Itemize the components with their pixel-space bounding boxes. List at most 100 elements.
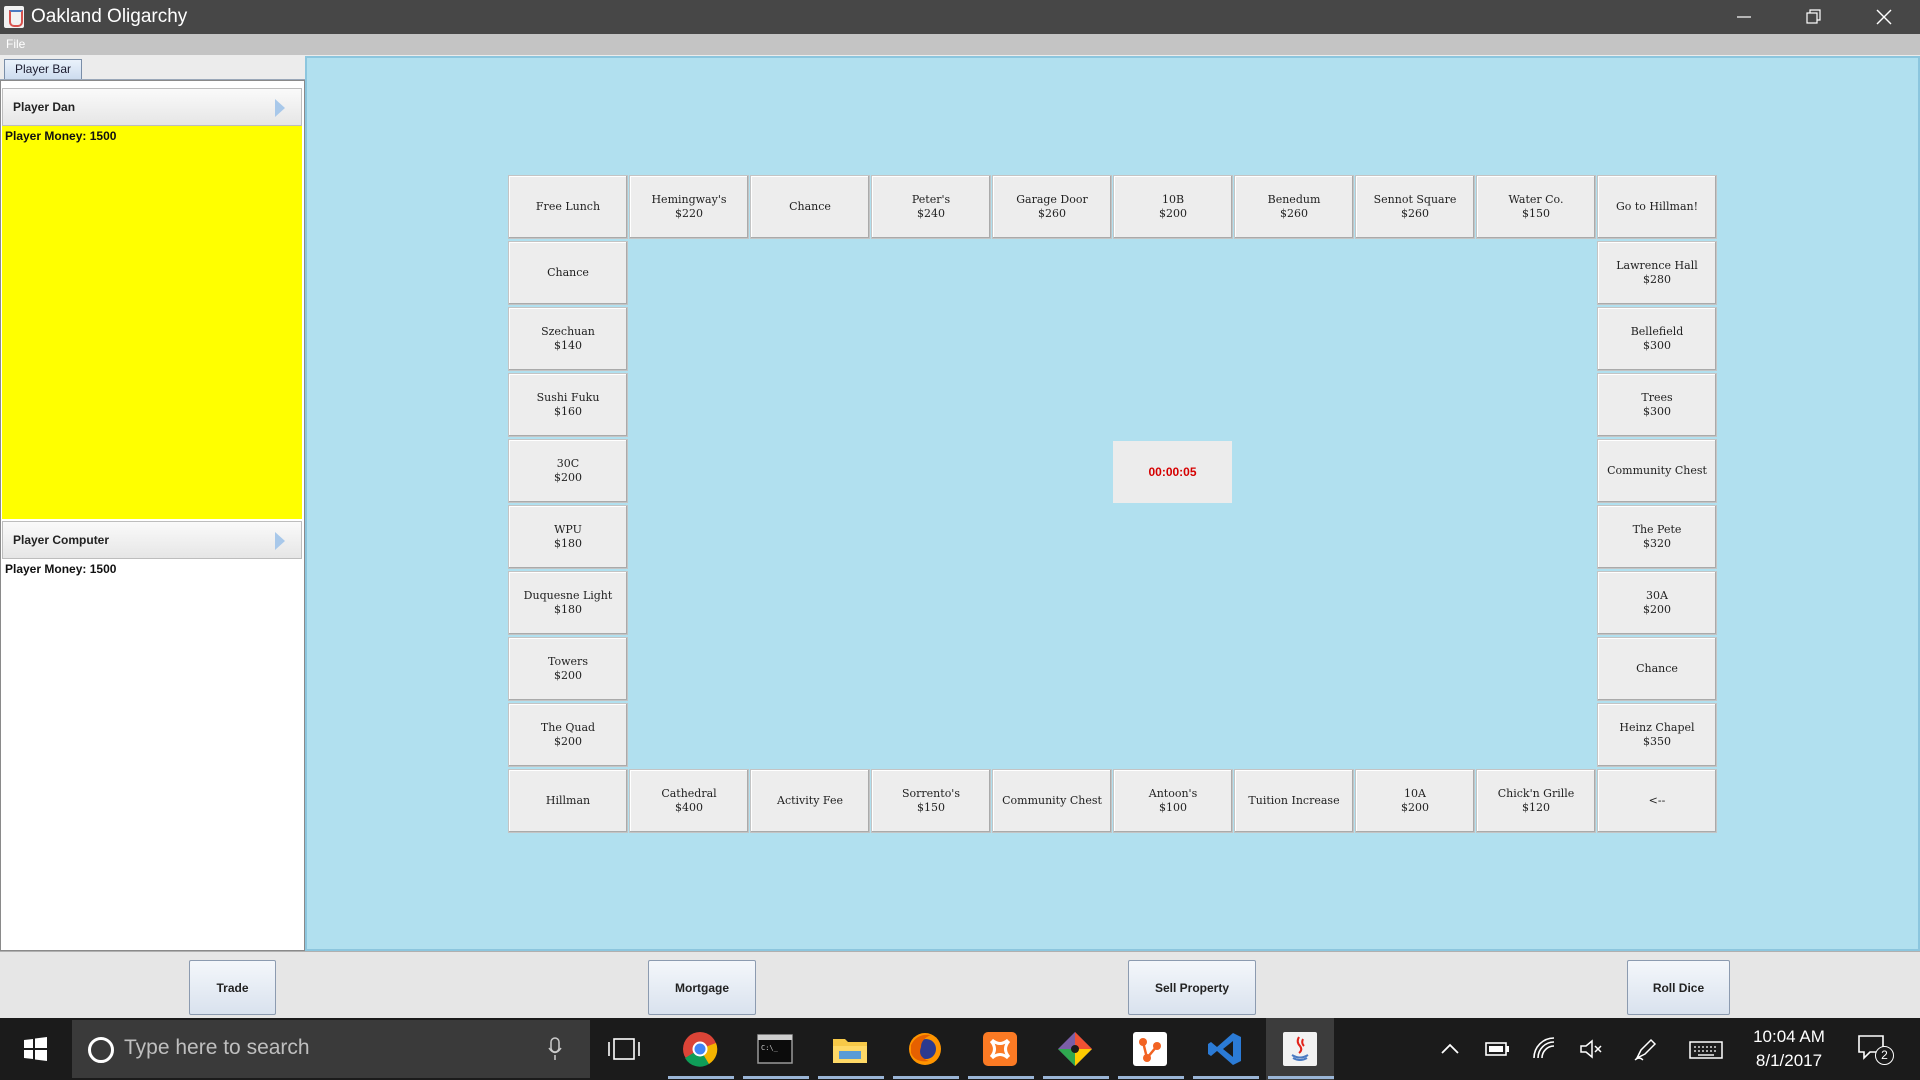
board-space-30a[interactable]: 30A $200 <box>1597 571 1717 635</box>
system-clock[interactable]: 10:04 AM 8/1/2017 <box>1734 1026 1844 1074</box>
windows-logo-icon <box>24 1037 47 1061</box>
search-placeholder: Type here to search <box>124 1036 310 1059</box>
player-money: Player Money: 1500 <box>5 562 116 576</box>
board-space-szechuan[interactable]: Szechuan $140 <box>508 307 628 371</box>
money-value: 1500 <box>89 562 117 576</box>
space-price: $200 <box>554 735 582 748</box>
space-price: $350 <box>1643 735 1671 748</box>
board-space-lawrence-hall[interactable]: Lawrence Hall $280 <box>1597 241 1717 305</box>
player-header-computer[interactable]: Player Computer <box>2 521 302 559</box>
menu-bar: File <box>0 34 1920 55</box>
git-icon[interactable] <box>1054 1028 1096 1070</box>
board-space-chance[interactable]: Chance <box>508 241 628 305</box>
java-running-indicator <box>1268 1076 1334 1079</box>
expand-arrow-icon[interactable] <box>275 532 285 550</box>
space-name: Water Co. <box>1508 193 1564 206</box>
speaker-muted-icon[interactable] <box>1578 1036 1604 1062</box>
close-button[interactable] <box>1849 0 1919 34</box>
board-space-wpu[interactable]: WPU $180 <box>508 505 628 569</box>
mortgage-button[interactable]: Mortgage <box>648 960 756 1015</box>
player-panel: Player Bar Player Dan Player Money: 1500 … <box>0 56 305 951</box>
board-space-chance[interactable]: Chance <box>750 175 870 239</box>
board-space-towers[interactable]: Towers $200 <box>508 637 628 701</box>
pen-workspace-icon[interactable] <box>1633 1036 1659 1062</box>
board-space-heinz-chapel[interactable]: Heinz Chapel $350 <box>1597 703 1717 767</box>
board-space-chickn-grille[interactable]: Chick'n Grille $120 <box>1476 769 1596 833</box>
player-header-dan[interactable]: Player Dan <box>2 88 302 126</box>
trade-button[interactable]: Trade <box>189 960 276 1015</box>
expand-arrow-icon[interactable] <box>275 99 285 117</box>
taskbar-search[interactable]: Type here to search <box>72 1020 590 1078</box>
board-space-the-pete[interactable]: The Pete $320 <box>1597 505 1717 569</box>
vscode-icon[interactable] <box>1204 1028 1246 1070</box>
board-space-benedum[interactable]: Benedum $260 <box>1234 175 1354 239</box>
board-space-peters[interactable]: Peter's $240 <box>871 175 991 239</box>
menu-file[interactable]: File <box>6 37 25 51</box>
board-space-trees[interactable]: Trees $300 <box>1597 373 1717 437</box>
chrome-icon[interactable] <box>679 1028 721 1070</box>
money-label: Player Money: <box>5 562 87 576</box>
board-space-sorrentos[interactable]: Sorrento's $150 <box>871 769 991 833</box>
board-space-bellefield[interactable]: Bellefield $300 <box>1597 307 1717 371</box>
player-tab-bar: Player Bar <box>0 56 305 80</box>
space-name: Chance <box>789 200 831 213</box>
board-space-tuition-increase[interactable]: Tuition Increase <box>1234 769 1354 833</box>
wifi-icon[interactable] <box>1531 1036 1557 1062</box>
board-space-cathedral[interactable]: Cathedral $400 <box>629 769 749 833</box>
board-space-community-chest[interactable]: Community Chest <box>992 769 1112 833</box>
firefox-icon[interactable] <box>904 1028 946 1070</box>
roll-dice-button[interactable]: Roll Dice <box>1627 960 1730 1015</box>
battery-icon[interactable] <box>1484 1036 1510 1062</box>
board-space-community-chest[interactable]: Community Chest <box>1597 439 1717 503</box>
board-space-activity-fee[interactable]: Activity Fee <box>750 769 870 833</box>
tab-player-bar[interactable]: Player Bar <box>4 59 82 79</box>
file-explorer-icon[interactable] <box>829 1028 871 1070</box>
window-title: Oakland Oligarchy <box>31 6 188 27</box>
board-space-duquesne-light[interactable]: Duquesne Light $180 <box>508 571 628 635</box>
sell-property-button[interactable]: Sell Property <box>1128 960 1256 1015</box>
board-space-water-co[interactable]: Water Co. $150 <box>1476 175 1596 239</box>
space-name: 30A <box>1646 589 1668 602</box>
space-name: Chance <box>547 266 589 279</box>
space-name: Antoon's <box>1148 787 1198 800</box>
space-name: Szechuan <box>541 325 595 338</box>
board-space-the-quad[interactable]: The Quad $200 <box>508 703 628 767</box>
board-space-garage-door[interactable]: Garage Door $260 <box>992 175 1112 239</box>
space-name: 10B <box>1161 193 1185 206</box>
space-price: $200 <box>1401 801 1429 814</box>
board-space-10a[interactable]: 10A $200 <box>1355 769 1475 833</box>
player-name: Player Dan <box>13 100 76 114</box>
space-price: $220 <box>675 207 703 220</box>
start-button[interactable] <box>0 1018 70 1080</box>
sourcetree-icon[interactable] <box>1129 1028 1171 1070</box>
board-space-30c[interactable]: 30C $200 <box>508 439 628 503</box>
microphone-icon[interactable] <box>548 1037 562 1061</box>
board-space-sushi-fuku[interactable]: Sushi Fuku $160 <box>508 373 628 437</box>
board-space-go[interactable]: <-- <box>1597 769 1717 833</box>
space-name: Chance <box>1636 662 1678 675</box>
player-name: Player Computer <box>13 533 110 547</box>
space-name: Sorrento's <box>902 787 960 800</box>
touch-keyboard-icon[interactable] <box>1689 1036 1723 1062</box>
board-space-hillman[interactable]: Hillman <box>508 769 628 833</box>
java-icon[interactable] <box>1279 1028 1321 1070</box>
action-center-button[interactable]: 2 <box>1856 1032 1894 1068</box>
board-space-sennot-square[interactable]: Sennot Square $260 <box>1355 175 1475 239</box>
board-space-10b[interactable]: 10B $200 <box>1113 175 1233 239</box>
board-space-hemingways[interactable]: Hemingway's $220 <box>629 175 749 239</box>
minimize-button[interactable] <box>1709 0 1779 34</box>
board-space-go-to-hillman[interactable]: Go to Hillman! <box>1597 175 1717 239</box>
space-name: Tuition Increase <box>1248 794 1340 807</box>
xampp-icon[interactable] <box>979 1028 1021 1070</box>
chrome-running-indicator <box>668 1076 734 1079</box>
space-price: $260 <box>1401 207 1429 220</box>
terminal-icon[interactable]: C:\_ <box>754 1028 796 1070</box>
show-hidden-icons-chevron-up-icon[interactable] <box>1437 1036 1463 1062</box>
restore-button[interactable] <box>1779 0 1849 34</box>
board-space-antoons[interactable]: Antoon's $100 <box>1113 769 1233 833</box>
board-space-free-lunch[interactable]: Free Lunch <box>508 175 628 239</box>
task-view-icon[interactable] <box>603 1028 645 1070</box>
space-name: Benedum <box>1267 193 1321 206</box>
java-app-icon <box>4 6 24 28</box>
board-space-chance[interactable]: Chance <box>1597 637 1717 701</box>
